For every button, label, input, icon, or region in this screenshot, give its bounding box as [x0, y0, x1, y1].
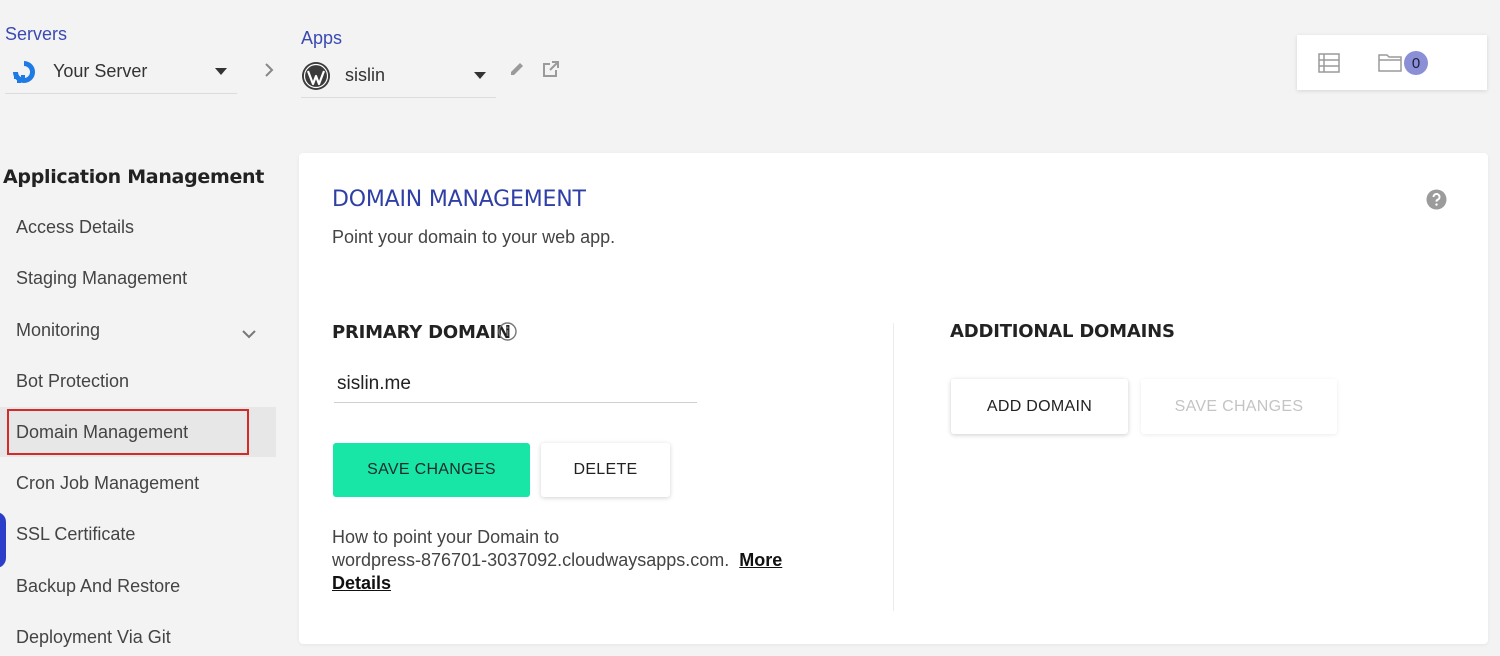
highlight-frame — [7, 409, 249, 455]
top-right-toolbar: 0 — [1297, 35, 1487, 90]
sidebar-item-label: SSL Certificate — [16, 523, 136, 544]
external-link-icon[interactable] — [541, 59, 561, 79]
sidebar-item-label: Access Details — [16, 216, 135, 237]
sidebar-item-label: Staging Management — [16, 267, 188, 288]
sidebar-item-bot-protection[interactable]: Bot Protection — [0, 356, 276, 406]
sidebar-item-cron-job-management[interactable]: Cron Job Management — [0, 458, 276, 508]
add-domain-button[interactable]: ADD DOMAIN — [951, 379, 1128, 434]
save-additional-domains-button: SAVE CHANGES — [1141, 379, 1337, 434]
app-name: sislin — [345, 65, 386, 85]
servers-label: Servers — [5, 24, 68, 44]
chat-widget-edge[interactable] — [0, 512, 6, 568]
apps-label: Apps — [301, 28, 343, 48]
pencil-icon[interactable] — [508, 60, 526, 78]
notification-count-badge[interactable]: 0 — [1404, 51, 1428, 75]
sidebar-item-label: Monitoring — [16, 319, 101, 340]
primary-domain-heading: PRIMARY DOMAIN — [332, 322, 511, 343]
save-primary-domain-button[interactable]: SAVE CHANGES — [333, 443, 530, 497]
domain-management-panel: DOMAIN MANAGEMENT Point your domain to y… — [299, 153, 1488, 644]
server-name: Your Server — [53, 61, 148, 81]
sidebar-item-staging-management[interactable]: Staging Management — [0, 253, 276, 303]
digitalocean-logo-icon — [13, 60, 35, 83]
info-icon[interactable] — [498, 322, 517, 341]
page-title: DOMAIN MANAGEMENT — [332, 187, 586, 212]
sidebar-item-backup-and-restore[interactable]: Backup And Restore — [0, 561, 276, 611]
chevron-right-icon — [265, 63, 274, 77]
sidebar-item-label: Cron Job Management — [16, 472, 200, 493]
sidebar-item-monitoring[interactable]: Monitoring — [0, 305, 276, 355]
wordpress-logo-icon — [302, 61, 330, 90]
howto-line-1: How to point your Domain to — [332, 527, 560, 547]
page-subtitle: Point your domain to your web app. — [332, 227, 616, 247]
caret-down-icon — [474, 72, 486, 79]
sidebar-item-ssl-certificate[interactable]: SSL Certificate — [0, 509, 276, 559]
help-icon[interactable] — [1426, 189, 1447, 210]
folder-icon[interactable] — [1377, 51, 1403, 73]
sidebar-item-label: Deployment Via Git — [16, 626, 171, 647]
delete-domain-button[interactable]: DELETE — [541, 443, 670, 497]
list-icon[interactable] — [1317, 52, 1341, 74]
sidebar-item-label: Backup And Restore — [16, 575, 181, 596]
sidebar-item-access-details[interactable]: Access Details — [0, 202, 276, 252]
sidebar-item-label: Bot Protection — [16, 370, 130, 391]
howto-line-2: wordpress-876701-3037092.cloudwaysapps.c… — [332, 550, 730, 570]
sidebar-item-deployment-via-git[interactable]: Deployment Via Git — [0, 612, 276, 656]
column-divider — [893, 323, 894, 611]
server-selector[interactable]: Your Server — [5, 50, 237, 94]
primary-domain-input[interactable] — [334, 365, 697, 403]
chevron-down-icon[interactable] — [239, 324, 259, 344]
howto-text: How to point your Domain to wordpress-87… — [332, 526, 812, 595]
sidebar-title: Application Management — [3, 166, 265, 188]
app-selector[interactable]: sislin — [301, 54, 496, 98]
caret-down-icon — [215, 68, 227, 75]
additional-domains-heading: ADDITIONAL DOMAINS — [950, 321, 1175, 342]
